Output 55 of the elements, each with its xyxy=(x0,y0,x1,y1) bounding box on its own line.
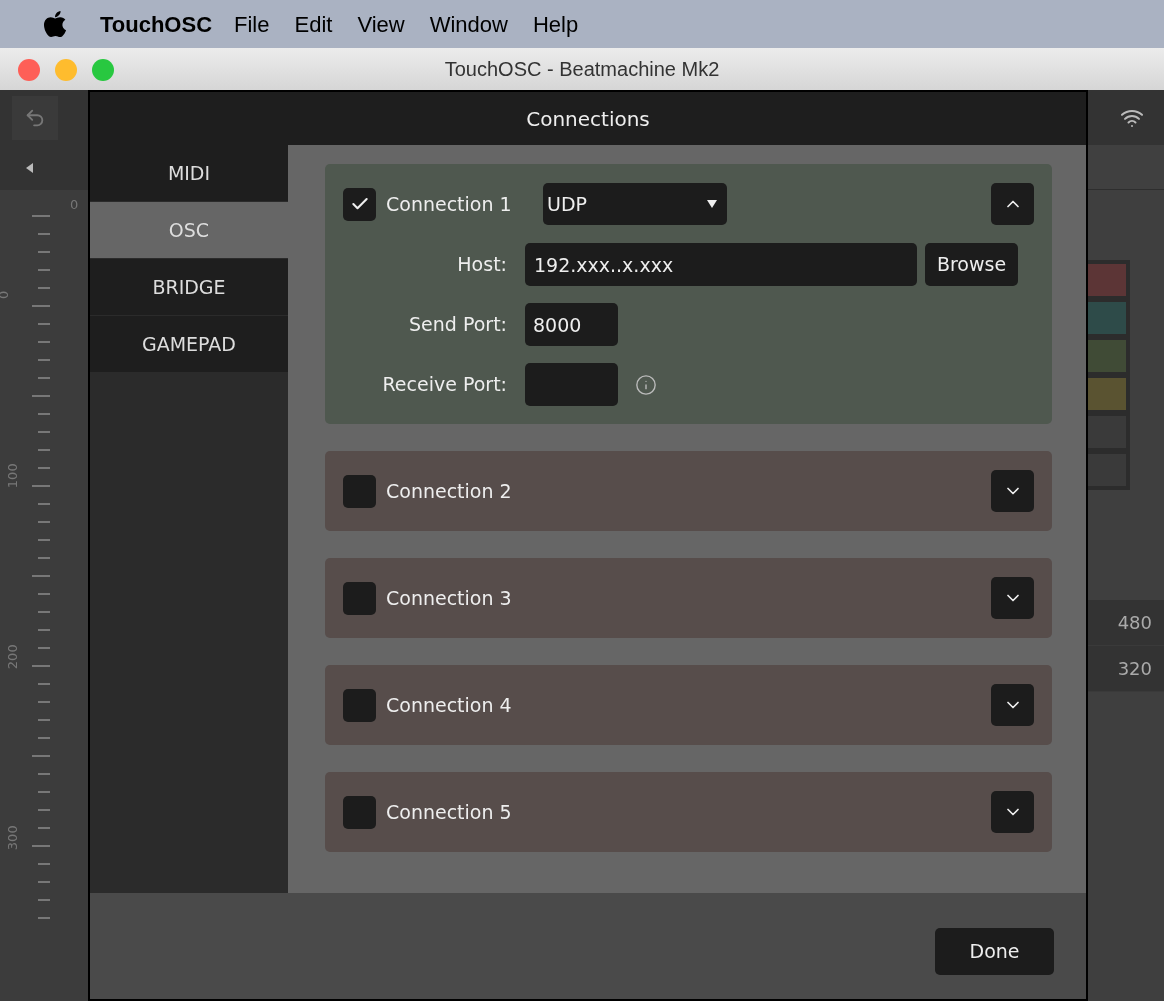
connection-checkbox[interactable] xyxy=(343,795,376,829)
ruler-label: 0 xyxy=(70,196,79,214)
value-cell: 320 xyxy=(1088,646,1164,692)
expand-button[interactable] xyxy=(991,577,1034,619)
undo-button[interactable] xyxy=(12,95,58,140)
color-swatch[interactable] xyxy=(1088,302,1126,334)
connection-name: Connection 4 xyxy=(386,692,513,718)
value-cell: 480 xyxy=(1088,600,1164,646)
menu-item[interactable]: View xyxy=(357,7,405,41)
browse-button[interactable]: Browse xyxy=(925,243,1018,286)
receive-port-field[interactable] xyxy=(525,363,618,406)
sidebar-tab[interactable]: BRIDGE xyxy=(90,259,288,315)
connection-name: Connection 3 xyxy=(386,585,513,611)
connection-checkbox[interactable] xyxy=(343,187,376,221)
receive-port-label: Receive Port: xyxy=(381,372,508,398)
menu-item[interactable]: File xyxy=(234,7,270,41)
ruler-label: 300 xyxy=(3,825,21,851)
ruler-label: 100 xyxy=(3,463,21,489)
connection-name: Connection 1 xyxy=(386,191,513,217)
sidebar-tab[interactable]: OSC xyxy=(90,202,288,258)
color-swatch[interactable] xyxy=(1088,416,1126,448)
connection-checkbox[interactable] xyxy=(343,474,376,508)
ruler-label: 200 xyxy=(3,644,21,670)
menu-item[interactable]: Edit xyxy=(294,7,333,41)
menu-item[interactable]: Help xyxy=(532,7,579,41)
host-label: Host: xyxy=(456,252,508,278)
zoom-button[interactable] xyxy=(92,59,114,81)
menu-item[interactable]: Window xyxy=(429,7,508,41)
expand-button[interactable] xyxy=(991,470,1034,512)
color-swatch[interactable] xyxy=(1088,340,1126,372)
window-title: TouchOSC - Beatmachine Mk2 xyxy=(444,57,720,82)
expand-button[interactable] xyxy=(991,684,1034,726)
collapse-button[interactable] xyxy=(991,183,1034,225)
connection-checkbox[interactable] xyxy=(343,581,376,615)
send-port-field[interactable]: 8000 xyxy=(525,303,618,346)
send-port-label: Send Port: xyxy=(408,312,508,338)
close-button[interactable] xyxy=(18,59,40,81)
caret-icon xyxy=(707,200,717,208)
sidebar-tab[interactable]: MIDI xyxy=(90,145,288,201)
done-button[interactable]: Done xyxy=(935,928,1054,975)
sidebar-tab[interactable]: GAMEPAD xyxy=(90,316,288,372)
color-swatch[interactable] xyxy=(1088,454,1126,486)
app-menu[interactable]: TouchOSC xyxy=(100,7,213,41)
connection-checkbox[interactable] xyxy=(343,688,376,722)
host-field[interactable]: 192.xxx..x.xxx xyxy=(525,243,917,286)
expand-button[interactable] xyxy=(991,791,1034,833)
connection-name: Connection 5 xyxy=(386,799,513,825)
info-icon[interactable] xyxy=(635,373,657,396)
minimize-button[interactable] xyxy=(55,59,77,81)
left-arrow-icon[interactable] xyxy=(26,162,33,173)
dialog-title: Connections xyxy=(526,105,650,133)
color-swatch[interactable] xyxy=(1088,264,1126,296)
protocol-dropdown[interactable]: UDP xyxy=(543,183,727,225)
color-swatch[interactable] xyxy=(1088,378,1126,410)
connection-name: Connection 2 xyxy=(386,478,513,504)
